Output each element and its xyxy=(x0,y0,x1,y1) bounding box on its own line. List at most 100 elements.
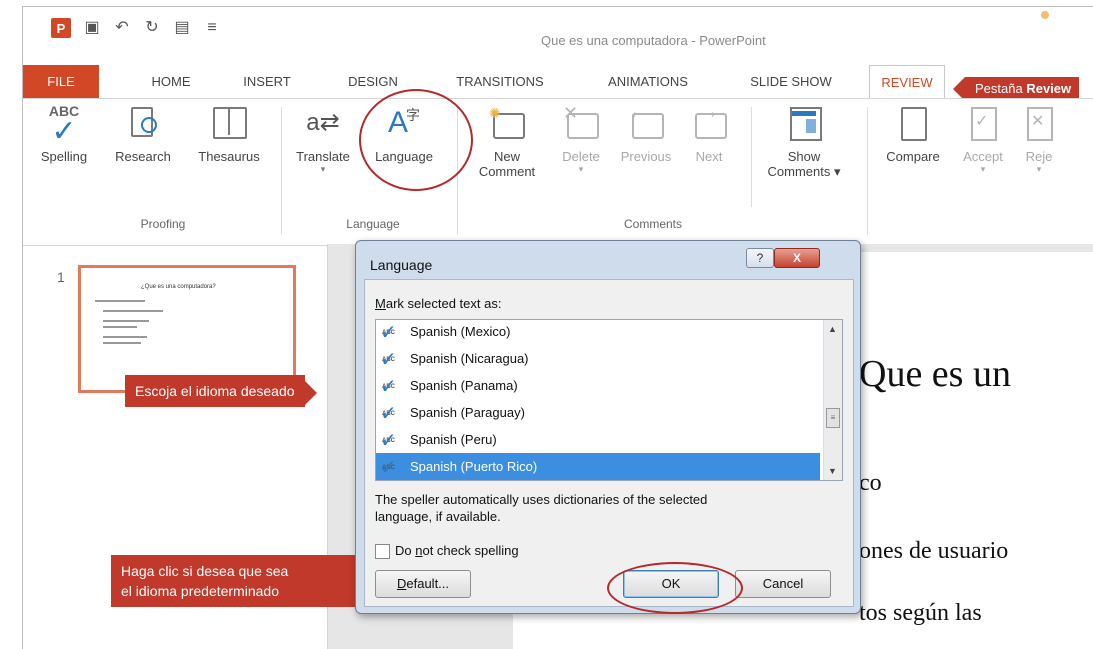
tab-slide-show[interactable]: SLIDE SHOW xyxy=(739,65,843,98)
reject-button[interactable]: ✕ Reje ▾ xyxy=(1013,103,1065,175)
list-item[interactable]: ABC ✓ Spanish (Peru) xyxy=(376,426,820,453)
cancel-button[interactable]: Cancel xyxy=(735,570,831,598)
tab-home[interactable]: HOME xyxy=(141,65,201,98)
language-name: Spanish (Peru) xyxy=(410,432,497,447)
new-comment-label-1: New xyxy=(493,149,520,164)
ok-highlight-circle xyxy=(607,562,743,614)
new-comment-button[interactable]: ✺ New Comment xyxy=(469,103,545,179)
compare-button[interactable]: Compare xyxy=(873,103,953,164)
language-name: Spanish (Panama) xyxy=(410,378,518,393)
language-highlight-circle xyxy=(359,89,473,191)
tab-transitions[interactable]: TRANSITIONS xyxy=(441,65,559,98)
comments-group-label: Comments xyxy=(623,217,682,231)
window-title: Que es una computadora - PowerPoint xyxy=(541,33,766,48)
review-callout-bold: Review xyxy=(1026,81,1072,96)
reject-label: Reje xyxy=(1025,149,1053,164)
scroll-down-icon[interactable]: ▼ xyxy=(828,466,837,476)
spelling-label: Spelling xyxy=(40,149,88,164)
show-comments-button[interactable]: Show Comments ▾ xyxy=(759,103,849,180)
info-line-1: The speller automatically uses dictionar… xyxy=(375,492,708,507)
thesaurus-button[interactable]: Thesaurus xyxy=(185,103,273,164)
translate-button[interactable]: a⇄ Translate ▾ xyxy=(285,103,361,175)
tab-file[interactable]: FILE xyxy=(23,65,99,98)
scroll-up-icon[interactable]: ▲ xyxy=(828,324,837,334)
window-control-icon[interactable] xyxy=(1041,11,1049,19)
compare-label: Compare xyxy=(886,149,940,164)
spelling-button[interactable]: ABC ✓ Spelling xyxy=(29,103,99,164)
slide-line-3: tos según las xyxy=(859,600,982,626)
default-label: efault... xyxy=(406,576,450,591)
checkbox-label-pre: Do xyxy=(395,543,416,558)
language-name: Spanish (Paraguay) xyxy=(410,405,525,420)
redo-icon[interactable]: ↻ xyxy=(143,19,161,37)
research-button[interactable]: Research xyxy=(103,103,183,164)
info-line-2: language, if available. xyxy=(375,509,501,524)
show-label-1: Show xyxy=(787,149,821,164)
do-not-check-spelling-checkbox[interactable] xyxy=(375,544,390,559)
language-group-label: Language xyxy=(346,217,400,231)
quick-access-toolbar: P ▣ ↶ ↻ ▤ ≡ xyxy=(51,15,221,41)
choose-language-callout: Escoja el idioma deseado xyxy=(125,375,317,407)
language-name: Spanish (Nicaragua) xyxy=(410,351,529,366)
list-item[interactable]: ABC ✓ Spanish (Nicaragua) xyxy=(376,345,820,372)
default-callout: Haga clic si desea que sea el idioma pre… xyxy=(111,555,379,607)
default-button[interactable]: Default... xyxy=(375,570,471,598)
print-preview-icon[interactable]: ▤ xyxy=(173,19,191,37)
list-item[interactable]: ABC ✓ Spanish (Mexico) xyxy=(376,320,820,345)
slide-line-2: ones de usuario xyxy=(859,538,1009,564)
next-comment-icon: → xyxy=(689,101,729,143)
spellcheck-icon: ABC ✓ xyxy=(380,322,397,344)
new-comment-icon: ✺ xyxy=(487,103,527,143)
delete-comment-icon: ✕ xyxy=(561,103,601,143)
accept-label: Accept xyxy=(963,149,1003,164)
tab-animations[interactable]: ANIMATIONS xyxy=(593,65,703,98)
language-list[interactable]: ABC ✓ Spanish (Mexico) ABC ✓ Spanish (Nica… xyxy=(375,319,843,481)
checkbox-label-post: ot check spelling xyxy=(422,543,519,558)
help-button[interactable]: ? xyxy=(746,248,774,268)
mark-label-text: ark selected text as: xyxy=(385,296,502,311)
scroll-thumb[interactable]: ≡ xyxy=(826,408,840,428)
reject-icon: ✕ xyxy=(1019,103,1059,143)
previous-comment-button[interactable]: ← Previous xyxy=(611,101,681,164)
next-comment-button[interactable]: → Next xyxy=(681,101,737,164)
list-scrollbar[interactable]: ▲ ≡ ▼ xyxy=(823,320,842,480)
spellcheck-icon: ABC ✓ xyxy=(380,349,397,371)
slide-heading: Que es un xyxy=(859,353,1011,395)
proofing-group-label: Proofing xyxy=(140,217,186,231)
ribbon-separator xyxy=(751,107,752,207)
thesaurus-icon xyxy=(209,103,249,143)
slide-thumbnail[interactable]: ¿Que es una computadora? xyxy=(78,265,296,393)
spellcheck-icon: ABC ✓ xyxy=(380,430,397,452)
default-callout-line-2: el idioma predeterminado xyxy=(121,583,279,599)
tab-review[interactable]: REVIEW xyxy=(869,65,945,99)
dialog-body: Mark selected text as: ABC ✓ Spanish (Mex… xyxy=(364,279,854,607)
do-not-check-spelling-label: Do not check spelling xyxy=(395,543,519,558)
accept-button[interactable]: ✓ Accept ▾ xyxy=(955,103,1011,175)
delete-comment-button[interactable]: ✕ Delete ▾ xyxy=(551,103,611,175)
new-comment-label-2: Comment xyxy=(478,164,536,179)
thumbnail-title: ¿Que es una computadora? xyxy=(141,284,216,290)
undo-icon[interactable]: ↶ xyxy=(113,19,131,37)
powerpoint-window: P ▣ ↶ ↻ ▤ ≡ Que es una computadora - Pow… xyxy=(22,6,1093,649)
powerpoint-logo-icon: P xyxy=(51,18,71,38)
previous-label: Previous xyxy=(620,149,672,164)
language-name: Spanish (Puerto Rico) xyxy=(410,459,538,474)
accept-icon: ✓ xyxy=(963,103,1003,143)
language-dialog: Language ? X Mark selected text as: ABC ✓… xyxy=(355,240,861,614)
customize-toolbar-icon[interactable]: ≡ xyxy=(203,19,221,37)
list-item[interactable]: ABC ✓ Spanish (Paraguay) xyxy=(376,399,820,426)
tab-insert[interactable]: INSERT xyxy=(237,65,297,98)
ribbon-separator xyxy=(867,107,868,235)
previous-comment-icon: ← xyxy=(626,101,666,143)
spellcheck-icon: ABC ✓ xyxy=(380,457,397,479)
list-item[interactable]: ABC ✓ Spanish (Panama) xyxy=(376,372,820,399)
spellcheck-icon: ABC ✓ xyxy=(380,403,397,425)
list-item-selected[interactable]: ABC ✓ Spanish (Puerto Rico) xyxy=(376,453,820,480)
close-button[interactable]: X xyxy=(774,248,820,268)
dialog-title: Language xyxy=(370,257,433,273)
ribbon: ABC ✓ Spelling Research Thesaurus Proofi… xyxy=(23,98,1093,246)
save-icon[interactable]: ▣ xyxy=(83,19,101,37)
slide-number: 1 xyxy=(57,269,65,285)
thesaurus-label: Thesaurus xyxy=(198,149,260,164)
research-icon xyxy=(123,103,163,143)
